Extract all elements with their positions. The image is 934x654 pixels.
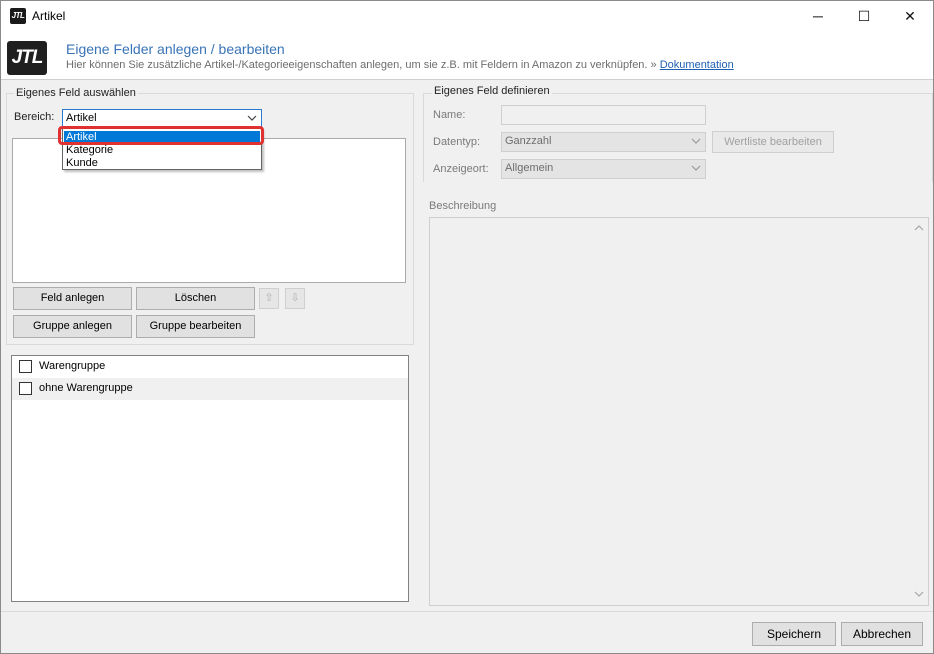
list-item-label: Warengruppe [39,360,106,372]
anzeigeort-label: Anzeigeort: [433,163,489,175]
scroll-up-icon[interactable] [914,224,924,235]
datentyp-label: Datentyp: [433,136,481,148]
feld-anlegen-button[interactable]: Feld anlegen [13,287,132,310]
bereich-value: Artikel [66,112,97,124]
datentyp-value: Ganzzahl [505,135,552,147]
scroll-down-icon[interactable] [914,590,924,601]
option-kategorie[interactable]: Kategorie [64,144,260,156]
group-checklist[interactable]: Warengruppe ohne Warengruppe [11,355,409,602]
jtl-logo: JTL [7,41,47,75]
chevron-down-icon [246,111,258,125]
loeschen-button[interactable]: Löschen [136,287,255,310]
beschreibung-textarea[interactable] [429,217,929,606]
select-field-legend: Eigenes Feld auswählen [14,87,138,99]
chevron-down-icon [690,134,702,148]
cancel-button[interactable]: Abbrechen [841,622,923,646]
define-field-legend: Eigenes Feld definieren [432,85,552,97]
header-banner: JTL Eigene Felder anlegen / bearbeiten H… [1,32,933,80]
maximize-button[interactable]: ☐ [841,1,887,32]
selection-highlight [58,126,264,145]
subtitle-text: Hier können Sie zusätzliche Artikel-/Kat… [66,59,648,71]
datentyp-dropdown[interactable]: Ganzzahl [501,132,706,152]
chevron-down-icon [690,161,702,175]
gruppe-bearbeiten-button[interactable]: Gruppe bearbeiten [136,315,255,338]
anzeigeort-value: Allgemein [505,162,554,174]
save-button[interactable]: Speichern [752,622,836,646]
close-button[interactable]: ✕ [887,1,933,32]
page-title: Eigene Felder anlegen / bearbeiten [66,41,285,57]
name-label: Name: [433,109,466,121]
documentation-link[interactable]: Dokumentation [660,59,734,71]
checkbox[interactable] [19,382,32,395]
title-bar: JTL Artikel ─ ☐ ✕ [1,1,933,32]
bereich-label: Bereich: [14,111,55,123]
page-subtitle: Hier können Sie zusätzliche Artikel-/Kat… [66,59,734,71]
name-field[interactable] [501,105,706,125]
option-kunde[interactable]: Kunde [64,157,260,169]
footer-divider [1,611,933,612]
beschreibung-label: Beschreibung [429,200,497,212]
link-prefix: » [650,59,657,71]
minimize-button[interactable]: ─ [795,1,841,32]
window-title: Artikel [32,9,66,23]
wertliste-bearbeiten-button[interactable]: Wertliste bearbeiten [712,131,834,153]
list-item[interactable]: Warengruppe [12,356,408,378]
checkbox[interactable] [19,360,32,373]
move-down-icon[interactable]: ⇩ [285,288,305,309]
list-item[interactable]: ohne Warengruppe [12,378,408,400]
gruppe-anlegen-button[interactable]: Gruppe anlegen [13,315,132,338]
dialog-window: JTL Artikel ─ ☐ ✕ JTL Eigene Felder anle… [0,0,934,654]
list-item-label: ohne Warengruppe [39,382,133,394]
anzeigeort-dropdown[interactable]: Allgemein [501,159,706,179]
jtl-logo-icon: JTL [10,8,26,24]
move-up-icon[interactable]: ⇧ [259,288,279,309]
